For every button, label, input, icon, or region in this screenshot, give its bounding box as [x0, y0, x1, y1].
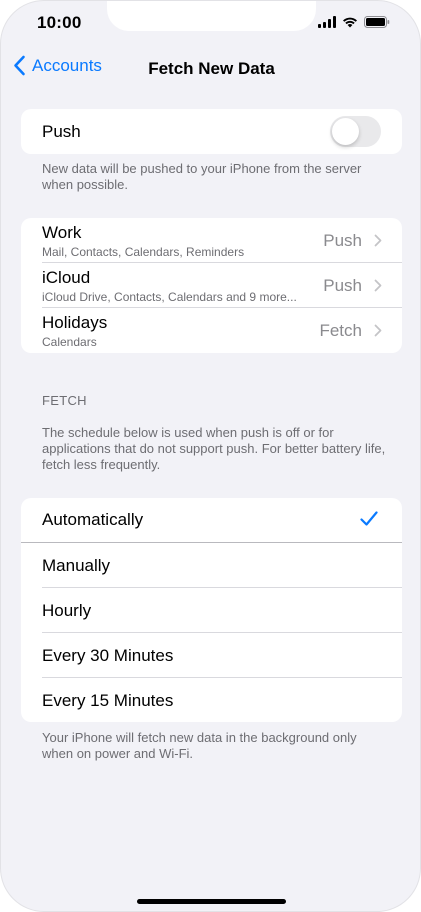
home-indicator [137, 899, 286, 904]
chevron-right-icon [374, 279, 382, 292]
account-detail: Calendars [42, 335, 97, 349]
account-row-holidays[interactable]: Holidays Calendars Fetch [21, 308, 402, 353]
push-row: Push [21, 109, 402, 154]
fetch-option-hourly[interactable]: Hourly [21, 588, 402, 633]
phone-screen: 10:00 Accounts Fetch New Data Push New d… [0, 0, 421, 912]
fetch-footnote: Your iPhone will fetch new data in the b… [42, 730, 357, 761]
fetch-option-label: Hourly [42, 600, 92, 620]
account-row-icloud[interactable]: iCloud iCloud Drive, Contacts, Calendars… [21, 263, 402, 308]
status-time: 10:00 [37, 13, 82, 32]
page-title: Fetch New Data [148, 59, 275, 78]
account-name: iCloud [42, 268, 91, 287]
toggle-knob [332, 118, 359, 145]
fetch-option-automatically[interactable]: Automatically [21, 498, 402, 543]
push-group: Push [21, 109, 402, 154]
account-value: Push [323, 276, 362, 295]
fetch-description: The schedule below is used when push is … [42, 425, 386, 472]
fetch-option-manually[interactable]: Manually [21, 543, 402, 588]
push-toggle[interactable] [330, 116, 381, 147]
fetch-option-label: Automatically [42, 510, 144, 529]
fetch-option-every-15-minutes[interactable]: Every 15 Minutes [21, 678, 402, 722]
fetch-option-label: Every 15 Minutes [42, 690, 174, 710]
account-detail: iCloud Drive, Contacts, Calendars and 9 … [42, 290, 297, 304]
notch [107, 1, 316, 31]
chevron-right-icon [374, 324, 382, 337]
fetch-section-header: FETCH [42, 393, 87, 408]
signal-icon [318, 16, 336, 28]
push-footnote: New data will be pushed to your iPhone f… [42, 161, 362, 192]
fetch-option-label: Every 30 Minutes [42, 645, 174, 665]
account-name: Work [42, 223, 82, 242]
status-icons [318, 16, 390, 28]
battery-icon [364, 16, 390, 28]
account-value: Fetch [319, 321, 362, 340]
chevron-right-icon [374, 234, 382, 247]
account-detail: Mail, Contacts, Calendars, Reminders [42, 245, 245, 259]
account-value: Push [323, 231, 362, 250]
checkmark-icon [360, 511, 378, 526]
wifi-icon [342, 16, 358, 28]
push-label: Push [42, 121, 81, 141]
fetch-option-label: Manually [42, 555, 111, 575]
accounts-group: Work Mail, Contacts, Calendars, Reminder… [21, 218, 402, 353]
navigation-bar: Accounts Fetch New Data [1, 55, 420, 83]
fetch-option-every-30-minutes[interactable]: Every 30 Minutes [21, 633, 402, 678]
account-row-work[interactable]: Work Mail, Contacts, Calendars, Reminder… [21, 218, 402, 263]
fetch-options-group: Automatically Manually Hourly Every 30 M… [21, 498, 402, 722]
account-name: Holidays [42, 313, 108, 332]
